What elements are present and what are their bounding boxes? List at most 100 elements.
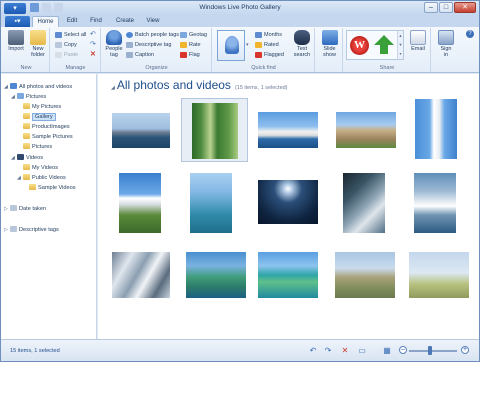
plane-wing-photo [186,252,246,298]
collapse-heading-icon[interactable]: ◢ [111,85,115,91]
nav-label: All photos and videos [19,84,73,90]
delete-icon[interactable]: ✕ [340,346,350,355]
boat-deck-photo [343,173,385,233]
photo-thumbnail[interactable] [258,252,318,298]
aerial-mountains-photo [112,252,170,298]
nav-item-all-photos[interactable]: ◢ All photos and videos [4,82,72,92]
upload-arrow-icon[interactable] [374,35,394,45]
rotate-left-icon[interactable]: ↶ [90,31,98,38]
opera-house-photo [258,112,318,148]
flagged-button[interactable]: Flagged [255,51,284,59]
tab-view[interactable]: View [143,16,163,27]
videos-library-icon [17,154,24,160]
nav-item-sample-videos[interactable]: Sample Videos [29,183,76,193]
nav-item-pictures[interactable]: ◢ Pictures [11,92,46,102]
nav-item-my-pictures[interactable]: My Pictures [23,102,61,112]
people-tag-button[interactable]: People tag [104,30,124,58]
share-gallery-scroll[interactable]: ▲ ▼ ▾ [397,31,403,59]
camera-icon [8,30,24,45]
minimize-button[interactable]: – [424,2,438,13]
zoom-in-button[interactable]: + [461,346,469,354]
plane-over-land-photo [335,252,395,298]
email-button[interactable]: Email [407,30,429,52]
nav-item-gallery[interactable]: Gallery [23,112,56,122]
select-all-button[interactable]: Select all [55,31,86,39]
rated-button[interactable]: Rated [255,41,279,49]
new-folder-button[interactable]: New folder [27,30,49,58]
slideshow-icon[interactable]: ▭ [357,346,367,355]
zoom-slider[interactable] [409,350,457,352]
nav-item-sample-pictures[interactable]: Sample Pictures [23,132,73,142]
people-filter-box[interactable] [217,30,245,61]
nav-item-public-videos[interactable]: ◢ Public Videos [17,173,66,183]
tab-create[interactable]: Create [112,16,138,27]
city-skyline-photo [112,113,170,148]
nav-item-pictures-folder[interactable]: Pictures [23,142,52,152]
photo-thumbnail[interactable] [336,108,396,152]
photo-thumbnail[interactable] [112,108,170,152]
photo-thumbnail[interactable] [411,99,461,161]
photo-thumbnail[interactable] [335,252,395,298]
sign-in-button[interactable]: Sign in [435,30,457,58]
zoom-slider-handle[interactable] [428,346,432,355]
geotag-button[interactable]: Geotag [180,31,207,39]
thumbnail-view-icon[interactable]: ▦ [382,346,392,355]
photo-thumbnail[interactable] [258,108,318,152]
tab-find[interactable]: Find [86,16,106,27]
import-button[interactable]: Import [6,30,26,52]
group-share: W ▲ ▼ ▾ Email Share [344,28,431,72]
rotate-right-icon[interactable]: ↷ [323,346,333,355]
maximize-button[interactable]: □ [439,2,453,13]
select-all-label: Select all [64,32,87,38]
months-button[interactable]: Months [255,31,282,39]
page-subtitle: (15 items, 1 selected) [234,85,288,91]
help-icon[interactable]: ? [466,30,474,38]
folder-icon [23,133,30,139]
photo-thumbnail[interactable] [409,252,469,298]
people-filter-arrow[interactable]: ▾ [246,30,251,61]
sign-in-icon [438,30,454,45]
boat-bay-photo [190,173,232,233]
zoom-out-button[interactable]: – [399,346,407,354]
batch-people-tags-button[interactable]: Batch people tags [126,31,179,39]
batch-people-icon [126,32,133,38]
close-button[interactable]: ✕ [454,2,476,13]
text-search-button[interactable]: Text search [291,30,313,58]
star-icon [180,42,187,48]
file-menu-tab[interactable]: ▪▾ [5,16,30,27]
photo-thumbnail[interactable] [112,252,170,298]
paste-button[interactable]: Paste [55,51,78,59]
slide-show-button[interactable]: Slide show [318,30,341,58]
photo-thumbnail[interactable] [186,252,246,298]
photo-thumbnail[interactable] [115,173,163,235]
descriptive-tag-button[interactable]: Descriptive tag [126,41,171,49]
tab-home[interactable]: Home [32,16,59,27]
nav-item-date-taken[interactable]: ▷ Date taken [4,204,46,214]
nav-item-my-videos[interactable]: My Videos [23,163,58,173]
slide-show-label-2: show [323,52,336,58]
photo-thumbnail[interactable] [410,173,458,235]
copy-button[interactable]: Copy [55,41,77,49]
rotate-right-icon[interactable]: ↷ [90,41,98,48]
rate-button[interactable]: Rate [180,41,201,49]
photo-thumbnail[interactable] [186,173,234,235]
delete-icon[interactable]: ✕ [90,51,98,58]
group-organize-label: Organize [145,65,168,71]
geotag-icon [180,32,187,38]
rotate-left-icon[interactable]: ↶ [308,346,318,355]
nav-item-productimages[interactable]: ProductImages [23,122,70,132]
photo-thumbnail[interactable] [339,173,387,235]
lighthouse-cliff-photo [119,173,161,233]
batch-people-tags-label: Batch people tags [135,32,180,38]
caption-button[interactable]: Caption [126,51,154,59]
nav-item-descriptive-tags[interactable]: ▷ Descriptive tags [4,225,59,235]
photo-thumbnail[interactable] [258,180,318,224]
nav-item-videos[interactable]: ◢ Videos [11,153,43,163]
copy-icon [55,42,62,48]
window-controls: – □ ✕ [424,2,476,13]
tab-edit[interactable]: Edit [62,16,82,27]
group-share-label: Share [379,65,395,71]
photo-thumbnail-selected[interactable] [181,98,248,162]
flag-button[interactable]: Flag [180,51,200,59]
wordpress-icon[interactable]: W [350,36,369,55]
